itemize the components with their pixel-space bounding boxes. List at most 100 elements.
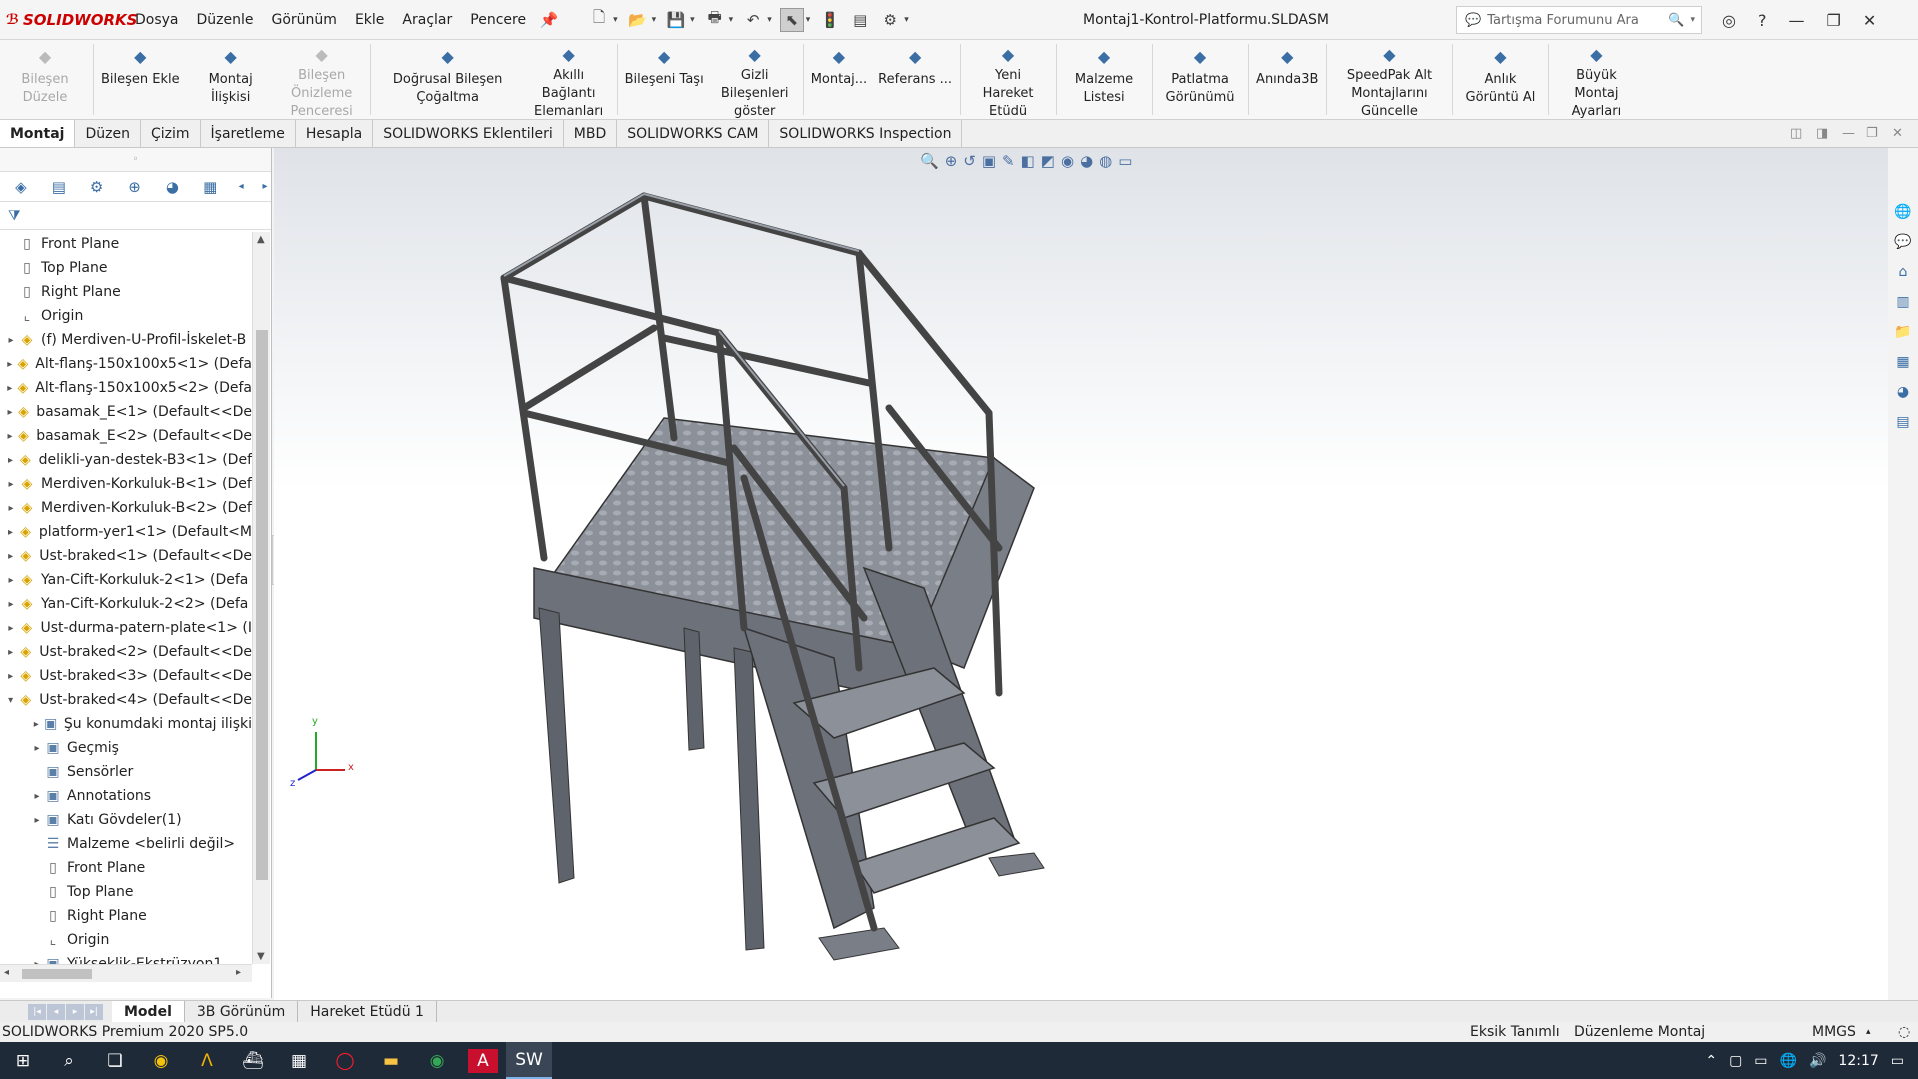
tree-item[interactable]: ▸ ▣ Katı Gövdeler(1) — [0, 808, 252, 832]
new-caret-icon[interactable]: ▾ — [613, 15, 618, 25]
menu-5[interactable]: Pencere — [461, 0, 535, 40]
tab-scroll-left-icon[interactable]: ◂ — [235, 175, 247, 199]
options-gear-icon[interactable]: ⚙ — [878, 8, 902, 32]
tray-volume-icon[interactable]: 🔊 — [1809, 1053, 1826, 1069]
tree-item[interactable]: ▸ ◈ Ust-braked<1> (Default<<De — [0, 544, 252, 568]
ribbon-button-11[interactable]: ◆ Malzeme Listesi — [1059, 40, 1150, 120]
tab-2[interactable]: Çizim — [141, 120, 201, 147]
tab-1[interactable]: Düzen — [75, 120, 141, 147]
bottom-tab-2[interactable]: Hareket Etüdü 1 — [298, 1000, 437, 1023]
search-caret-icon[interactable]: ▾ — [1690, 15, 1695, 25]
file-properties-icon[interactable]: ▤ — [848, 8, 872, 32]
tree-item[interactable]: ▸ ◈ Merdiven-Korkuluk-B<1> (Def — [0, 472, 252, 496]
chrome-icon[interactable]: ◉ — [138, 1042, 184, 1079]
select-caret-icon[interactable]: ▾ — [806, 15, 811, 25]
expand-toggle-icon[interactable]: ▸ — [4, 527, 17, 538]
view-palette-icon[interactable]: ▦ — [1890, 350, 1916, 374]
ribbon-button-3[interactable]: ◆ Bileşen Önizleme Penceresi — [277, 40, 368, 120]
prev-tab-icon[interactable]: ◂ — [47, 1003, 65, 1020]
save-caret-icon[interactable]: ▾ — [690, 15, 695, 25]
taskbar-search-icon[interactable]: ⌕ — [46, 1042, 92, 1079]
design-library-icon[interactable]: ▥ — [1890, 290, 1916, 314]
tab-6[interactable]: MBD — [564, 120, 618, 147]
ribbon-button-10[interactable]: ◆ Yeni Hareket Etüdü — [963, 40, 1054, 120]
units-caret-icon[interactable]: ▴ — [1866, 1022, 1871, 1042]
view-orientation-icon[interactable]: ◧ — [1021, 152, 1035, 170]
expand-toggle-icon[interactable]: ▾ — [4, 695, 17, 706]
ribbon-button-5[interactable]: ◆ Akıllı Bağlantı Elemanları — [524, 40, 615, 120]
tab-8[interactable]: SOLIDWORKS Inspection — [769, 120, 963, 147]
panel-collapse-handle[interactable]: ◦ — [0, 148, 271, 172]
select-pointer-icon[interactable]: ⬉ — [779, 7, 804, 32]
dimxpert-tab-icon[interactable]: ⊕ — [122, 175, 148, 199]
calculator-icon[interactable]: ▦ — [276, 1042, 322, 1079]
new-document-icon[interactable]: 🗋 — [587, 8, 611, 32]
viewport-tile-icon[interactable]: ◫ — [1790, 126, 1802, 141]
tree-item[interactable]: ⌞ Origin — [0, 304, 252, 328]
print-caret-icon[interactable]: ▾ — [729, 15, 734, 25]
expand-toggle-icon[interactable]: ▸ — [4, 335, 18, 346]
menu-0[interactable]: Dosya — [126, 0, 188, 40]
scroll-right-icon[interactable]: ▸ — [236, 967, 241, 978]
section-view-icon[interactable]: ▣ — [982, 152, 996, 170]
feature-manager-tab-icon[interactable]: ◈ — [8, 175, 34, 199]
view-settings-icon[interactable]: ▭ — [1118, 152, 1132, 170]
tab-5[interactable]: SOLIDWORKS Eklentileri — [373, 120, 564, 147]
minimize-icon[interactable]: — — [1788, 11, 1804, 30]
expand-toggle-icon[interactable]: ▸ — [4, 599, 18, 610]
tree-item[interactable]: ▯ Right Plane — [0, 280, 252, 304]
scroll-left-icon[interactable]: ◂ — [4, 967, 9, 978]
file-explorer-taskbar-icon[interactable]: ▬ — [368, 1042, 414, 1079]
traffic-light-icon[interactable]: 🚦 — [818, 8, 842, 32]
tab-4[interactable]: Hesapla — [296, 120, 374, 147]
ribbon-button-8[interactable]: ◆ Montaj... — [806, 40, 873, 120]
task-view-icon[interactable]: ❏ — [92, 1042, 138, 1079]
app-a-icon[interactable]: Λ — [184, 1042, 230, 1079]
hide-show-items-icon[interactable]: ◉ — [1061, 152, 1074, 170]
zoom-to-area-icon[interactable]: ⊕ — [945, 152, 958, 170]
ribbon-button-0[interactable]: ◆ Bileşen Düzele — [0, 40, 91, 120]
tree-item[interactable]: ▸ ◈ (f) Merdiven-U-Profil-İskelet-B — [0, 328, 252, 352]
print-icon[interactable]: 🖶 — [703, 8, 727, 32]
tree-item[interactable]: ⌞ Origin — [0, 928, 252, 952]
menu-3[interactable]: Ekle — [346, 0, 393, 40]
edit-appearance-icon[interactable]: ◕ — [1080, 152, 1093, 170]
expand-toggle-icon[interactable]: ▸ — [4, 407, 16, 418]
restore-icon[interactable]: ❐ — [1826, 11, 1840, 30]
expand-toggle-icon[interactable]: ▸ — [4, 479, 18, 490]
tray-network-icon[interactable]: 🌐 — [1780, 1053, 1797, 1069]
apply-scene-icon[interactable]: ◍ — [1099, 152, 1112, 170]
next-tab-icon[interactable]: ▸ — [66, 1003, 84, 1020]
help-icon[interactable]: ? — [1758, 11, 1767, 30]
tree-item[interactable]: ▸ ◈ platform-yer1<1> (Default<M — [0, 520, 252, 544]
tree-item[interactable]: ▸ ◈ basamak_E<1> (Default<<De — [0, 400, 252, 424]
dynamic-annotation-icon[interactable]: ✎ — [1002, 152, 1015, 170]
display-manager-tab-icon[interactable]: ◕ — [159, 175, 185, 199]
expand-toggle-icon[interactable]: ▸ — [30, 815, 44, 826]
expand-toggle-icon[interactable]: ▸ — [4, 431, 16, 442]
scroll-down-icon[interactable]: ▼ — [257, 951, 265, 962]
tree-filter[interactable]: ⧩ — [0, 202, 271, 230]
ribbon-button-9[interactable]: ◆ Referans ... — [873, 40, 958, 120]
property-manager-tab-icon[interactable]: ▤ — [46, 175, 72, 199]
undo-caret-icon[interactable]: ▾ — [767, 15, 772, 25]
status-units[interactable]: MMGS — [1812, 1022, 1856, 1042]
tree-vertical-scroll-thumb[interactable] — [256, 330, 268, 880]
menu-2[interactable]: Görünüm — [263, 0, 346, 40]
menu-4[interactable]: Araçlar — [393, 0, 461, 40]
undo-icon[interactable]: ↶ — [741, 8, 765, 32]
tab-scroll-right-icon[interactable]: ▸ — [259, 175, 271, 199]
menu-1[interactable]: Düzenle — [188, 0, 263, 40]
viewport-restore-icon[interactable]: ❐ — [1866, 126, 1878, 141]
ribbon-button-13[interactable]: ◆ Anında3B — [1251, 40, 1324, 120]
tree-item[interactable]: ▸ ◈ Yan-Cift-Korkuluk-2<1> (Defa — [0, 568, 252, 592]
tree-item[interactable]: ▸ ◈ Merdiven-Korkuluk-B<2> (Def — [0, 496, 252, 520]
tree-item[interactable]: ▸ ◈ basamak_E<2> (Default<<De — [0, 424, 252, 448]
user-account-icon[interactable]: ◎ — [1722, 11, 1736, 30]
tab-0[interactable]: Montaj — [0, 120, 76, 147]
expand-toggle-icon[interactable]: ▸ — [4, 623, 18, 634]
graphics-area[interactable]: y x z — [274, 148, 1888, 1000]
expand-toggle-icon[interactable]: ▸ — [30, 719, 43, 730]
last-tab-icon[interactable]: ▸| — [85, 1003, 103, 1020]
tree-item[interactable]: ▯ Front Plane — [0, 232, 252, 256]
